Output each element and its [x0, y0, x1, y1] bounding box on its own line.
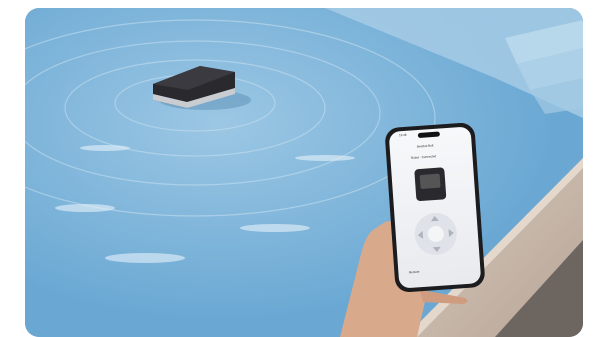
phone-bottom-label: Remote — [408, 269, 420, 275]
phone-status-time: 12:48 — [398, 132, 407, 138]
pool-scene — [25, 8, 583, 337]
smartphone — [385, 123, 485, 292]
pool-photo: 12:48 Beetbot Bolt Robot · Connected Rem… — [25, 8, 583, 337]
